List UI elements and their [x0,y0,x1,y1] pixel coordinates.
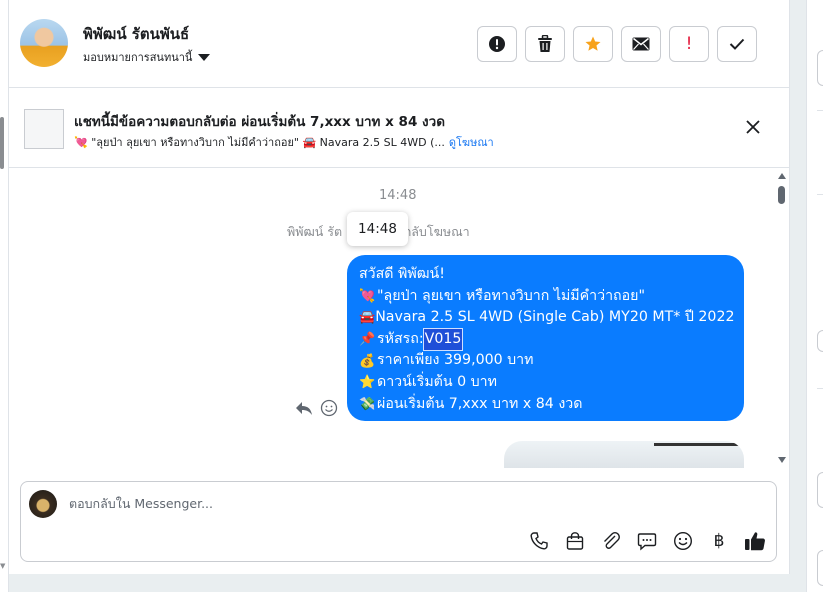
ad-reply-banner: แชทนี้มีข้อความตอบกลับต่อ ผ่อนเริ่มต้น 7… [9,89,790,168]
message-actions [294,399,338,417]
done-button[interactable] [717,26,757,62]
chat-scrollbar[interactable] [776,169,786,468]
car-icon: 🚘 [359,310,376,326]
exclamation-icon: ! [685,34,693,54]
mark-unread-button[interactable] [621,26,661,62]
page-avatar [29,490,57,518]
right-panel-field[interactable] [817,330,823,352]
baht-icon: ฿ [713,531,725,551]
checkmark-icon [729,38,745,50]
right-side-panel [806,0,823,592]
right-panel-divider [817,194,823,195]
ad-banner-subtitle: 💘 "ลุยป่า ลุยเขา หรือทางวิบาก ไม่มีคำว่า… [74,133,494,151]
right-panel-divider [817,388,823,389]
message-line: 📌 รหัสรถ: V015 [359,327,732,352]
chevron-down-icon [198,53,211,61]
emoji-button[interactable] [671,529,695,553]
exclamation-circle-icon [488,35,506,53]
follow-up-button[interactable]: ! [669,26,709,62]
pin-icon: 📌 [359,332,376,348]
composer-tools: ฿ [527,529,767,553]
selected-text: V015 [422,327,464,352]
paperclip-icon [601,531,621,551]
right-panel-field[interactable] [817,550,823,586]
reply-input[interactable] [69,496,669,511]
envelope-icon [632,37,650,51]
message-timestamp: 14:48 [379,188,417,203]
phone-icon [529,531,549,551]
ad-subtitle-text: 💘 "ลุยป่า ลุยเขา หรือทางวิบาก ไม่มีคำว่า… [74,136,445,149]
call-button[interactable] [527,529,551,553]
money-bag-icon: 💰 [359,353,376,369]
scrollbar-thumb[interactable] [778,186,785,204]
header-actions: ! [477,26,757,62]
message-line: ⭐ ดาวน์เริ่มต้น 0 บาท [359,373,497,391]
star-button[interactable] [573,26,613,62]
payment-button[interactable]: ฿ [707,529,731,553]
assign-label: มอบหมายการสนทนานี้ [83,51,193,64]
message-bubble[interactable]: สวัสดี พิพัฒน์! 💘 "ลุยป่า ลุยเขา หรือทางว… [347,255,744,421]
right-panel-field[interactable] [817,50,823,86]
view-ad-link[interactable]: ดูโฆษณา [449,136,494,149]
star-icon [584,35,602,53]
conversation-header: พิพัฒน์ รัตนพันธ์ มอบหมายการสนทนานี้ ! [9,0,790,88]
scroll-down-arrow[interactable] [778,457,786,463]
star-icon: ⭐ [359,375,376,391]
saved-replies-button[interactable] [635,529,659,553]
info-left-text: พิพัฒน์ รัต [287,224,343,239]
message-line: 💰 ราคาเพียง 399,000 บาท [359,352,534,369]
trash-icon [537,35,553,53]
timestamp-tooltip: 14:48 [347,212,408,246]
react-smiley-icon[interactable] [320,399,338,417]
scroll-up-arrow[interactable] [778,173,786,179]
message-line: 🚘 Navara 2.5 SL 4WD (Single Cab) MY20 MT*… [359,309,735,326]
contact-avatar[interactable] [20,19,68,67]
left-scrollbar[interactable]: ▼ [0,0,9,592]
mark-spam-button[interactable] [477,26,517,62]
attach-button[interactable] [599,529,623,553]
shop-button[interactable] [563,529,587,553]
conversation-panel: พิพัฒน์ รัตนพันธ์ มอบหมายการสนทนานี้ ! แ… [9,0,790,574]
ad-banner-title: แชทนี้มีข้อความตอบกลับต่อ ผ่อนเริ่มต้น 7… [74,114,445,130]
image-message[interactable] [504,441,744,468]
message-line: สวัสดี พิพัฒน์! [359,266,445,282]
reply-icon[interactable] [294,399,314,417]
left-scrollbar-thumb[interactable] [0,117,4,169]
delete-button[interactable] [525,26,565,62]
send-like-button[interactable] [743,529,767,553]
close-banner-button[interactable] [745,119,761,135]
assign-conversation-dropdown[interactable]: มอบหมายการสนทนานี้ [83,48,211,66]
right-panel-field[interactable] [817,472,823,508]
message-line: 💸 ผ่อนเริ่มต้น 7,xxx บาท x 84 งวด [359,395,583,412]
message-thread[interactable]: 14:48 พิพัฒน์ รัต กกลับโฆษณา 14:48 สวัสดี… [9,169,790,468]
heart-icon: 💘 [359,288,376,304]
contact-name[interactable]: พิพัฒน์ รัตนพันธ์ [83,22,189,46]
ad-thumbnail[interactable] [24,109,64,149]
close-icon [745,119,761,135]
chat-bubble-icon [637,531,657,551]
smiley-icon [673,531,693,551]
right-panel-divider [817,110,823,111]
thumbs-up-icon [744,530,766,552]
message-composer: ฿ [20,481,777,562]
money-wings-icon: 💸 [359,396,376,412]
message-line: 💘 "ลุยป่า ลุยเขา หรือทางวิบาก ไม่มีคำว่าถ… [359,287,646,304]
shopping-bag-icon [565,531,585,551]
left-scrollbar-down-arrow[interactable]: ▼ [0,562,5,570]
